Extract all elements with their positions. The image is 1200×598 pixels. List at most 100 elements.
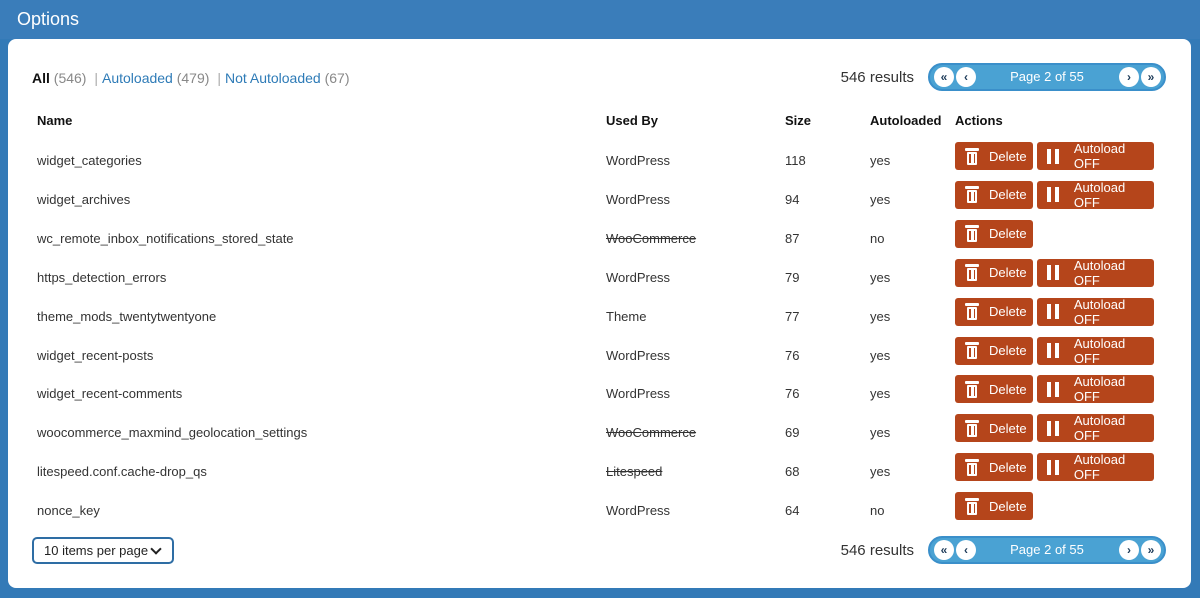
delete-label: Delete bbox=[989, 343, 1027, 358]
option-name: woocommerce_maxmind_geolocation_settings bbox=[37, 425, 308, 441]
delete-button[interactable]: Delete bbox=[955, 142, 1033, 170]
autoload-off-button[interactable]: Autoload OFF bbox=[1037, 141, 1154, 171]
autoloaded-status: yes bbox=[870, 386, 891, 402]
prev-page-button[interactable]: ‹ bbox=[956, 540, 976, 560]
option-size: 118 bbox=[785, 153, 806, 168]
prev-page-button[interactable]: ‹ bbox=[956, 67, 976, 87]
option-name: nonce_key bbox=[37, 503, 100, 519]
last-page-button[interactable]: » bbox=[1141, 67, 1161, 87]
table-row: widget_recent-posts WordPress 76 yes Delete A… bbox=[8, 335, 1191, 376]
last-page-button[interactable]: » bbox=[1141, 540, 1161, 560]
option-name: https_detection_errors bbox=[37, 269, 167, 285]
items-per-page-select[interactable]: 10 items per page bbox=[32, 537, 174, 564]
delete-label: Delete bbox=[989, 187, 1027, 203]
column-header-autoloaded[interactable]: Autoloaded bbox=[870, 113, 942, 128]
autoload-off-button[interactable]: Autoload OFF bbox=[1037, 296, 1154, 327]
autoload-off-button[interactable]: Autoload OFF bbox=[1037, 413, 1154, 444]
next-page-button[interactable]: › bbox=[1119, 540, 1139, 560]
separator: | bbox=[217, 70, 221, 86]
filter-all[interactable]: All bbox=[32, 70, 50, 86]
table-row: widget_recent-comments WordPress 76 yes Dele… bbox=[8, 374, 1191, 414]
pause-icon bbox=[1047, 148, 1060, 164]
trash-icon bbox=[965, 419, 979, 437]
autoload-off-label: Autoload OFF bbox=[1073, 257, 1126, 288]
filter-not-autoloaded-count: (67) bbox=[324, 70, 350, 86]
option-name: wc_remote_inbox_notifications_stored_sta… bbox=[37, 230, 294, 246]
filter-autoloaded[interactable]: Autoloaded bbox=[102, 70, 173, 86]
double-chevron-right-icon: » bbox=[1147, 543, 1155, 557]
autoload-off-label: Autoload OFF bbox=[1073, 141, 1126, 171]
delete-button[interactable]: Delete bbox=[955, 219, 1033, 248]
option-size: 68 bbox=[785, 464, 800, 480]
used-by: WordPress bbox=[606, 191, 671, 207]
chevron-left-icon: ‹ bbox=[964, 543, 968, 557]
column-header-used-by[interactable]: Used By bbox=[606, 113, 658, 128]
delete-button[interactable]: Delete bbox=[955, 375, 1033, 404]
delete-button[interactable]: Delete bbox=[955, 180, 1033, 209]
delete-label: Delete bbox=[989, 420, 1027, 436]
trash-icon bbox=[965, 147, 979, 165]
delete-button[interactable]: Delete bbox=[955, 453, 1033, 482]
option-name: widget_recent-posts bbox=[37, 347, 154, 363]
autoload-off-label: Autoload OFF bbox=[1073, 413, 1126, 444]
options-card: All (546) | Autoloaded (479) | Not Autoloa… bbox=[8, 39, 1191, 588]
delete-button[interactable]: Delete bbox=[955, 414, 1033, 443]
autoloaded-status: yes bbox=[870, 347, 891, 363]
column-header-size[interactable]: Size bbox=[785, 113, 811, 128]
filter-not-autoloaded[interactable]: Not Autoloaded bbox=[225, 70, 321, 86]
autoloaded-status: yes bbox=[870, 308, 891, 324]
option-name: litespeed.conf.cache-drop_qs bbox=[37, 464, 207, 480]
delete-button[interactable]: Delete bbox=[955, 492, 1033, 521]
autoloaded-status: yes bbox=[870, 425, 891, 441]
option-size: 76 bbox=[785, 347, 800, 363]
table-row: theme_mods_twentytwentyone Theme 77 yes Dele… bbox=[8, 296, 1191, 337]
delete-label: Delete bbox=[989, 148, 1027, 164]
double-chevron-right-icon: » bbox=[1147, 70, 1155, 84]
used-by: WooCommerce bbox=[606, 425, 697, 441]
autoload-off-label: Autoload OFF bbox=[1073, 374, 1126, 405]
autoload-off-button[interactable]: Autoload OFF bbox=[1037, 452, 1154, 483]
table-row: widget_categories WordPress 118 yes Delete Au… bbox=[8, 141, 1191, 181]
trash-icon bbox=[965, 186, 979, 204]
option-size: 69 bbox=[785, 425, 800, 441]
autoload-off-label: Autoload OFF bbox=[1073, 452, 1126, 483]
autoload-off-label: Autoload OFF bbox=[1073, 335, 1126, 366]
autoload-off-label: Autoload OFF bbox=[1073, 296, 1126, 327]
autoload-off-label: Autoload OFF bbox=[1073, 179, 1126, 210]
pause-icon bbox=[1047, 265, 1060, 281]
items-per-page-label: 10 items per page bbox=[44, 543, 149, 558]
delete-button[interactable]: Delete bbox=[955, 336, 1033, 365]
option-size: 79 bbox=[785, 269, 800, 285]
delete-label: Delete bbox=[989, 459, 1027, 475]
delete-button[interactable]: Delete bbox=[955, 258, 1033, 287]
autoload-off-button[interactable]: Autoload OFF bbox=[1037, 179, 1154, 210]
used-by: WordPress bbox=[606, 153, 671, 168]
option-name: widget_archives bbox=[37, 191, 131, 207]
used-by: WordPress bbox=[606, 503, 671, 519]
delete-button[interactable]: Delete bbox=[955, 297, 1033, 326]
column-header-name[interactable]: Name bbox=[37, 113, 72, 128]
autoloaded-status: yes bbox=[870, 191, 891, 207]
option-name: widget_recent-comments bbox=[37, 386, 183, 402]
results-count-bottom: 546 results bbox=[840, 542, 914, 559]
autoload-off-button[interactable]: Autoload OFF bbox=[1037, 257, 1154, 288]
pagination-bottom: « ‹ Page 2 of 55 › » bbox=[928, 536, 1166, 564]
trash-icon bbox=[965, 225, 979, 243]
autoload-off-button[interactable]: Autoload OFF bbox=[1037, 374, 1154, 405]
chevron-left-icon: ‹ bbox=[964, 70, 968, 84]
page-indicator: Page 2 of 55 bbox=[1010, 542, 1084, 557]
table-row: widget_archives WordPress 94 yes Delete Autol… bbox=[8, 179, 1191, 220]
option-size: 64 bbox=[785, 503, 800, 519]
pause-icon bbox=[1047, 343, 1060, 358]
option-size: 76 bbox=[785, 386, 800, 402]
filter-autoloaded-count: (479) bbox=[176, 70, 210, 86]
autoloaded-status: no bbox=[870, 230, 885, 246]
next-page-button[interactable]: › bbox=[1119, 67, 1139, 87]
first-page-button[interactable]: « bbox=[934, 540, 954, 560]
table-row: https_detection_errors WordPress 79 yes Dele… bbox=[8, 257, 1191, 298]
delete-label: Delete bbox=[989, 226, 1027, 242]
used-by: Litespeed bbox=[606, 464, 663, 480]
autoload-off-button[interactable]: Autoload OFF bbox=[1037, 335, 1154, 366]
autoloaded-status: no bbox=[870, 503, 885, 519]
first-page-button[interactable]: « bbox=[934, 67, 954, 87]
